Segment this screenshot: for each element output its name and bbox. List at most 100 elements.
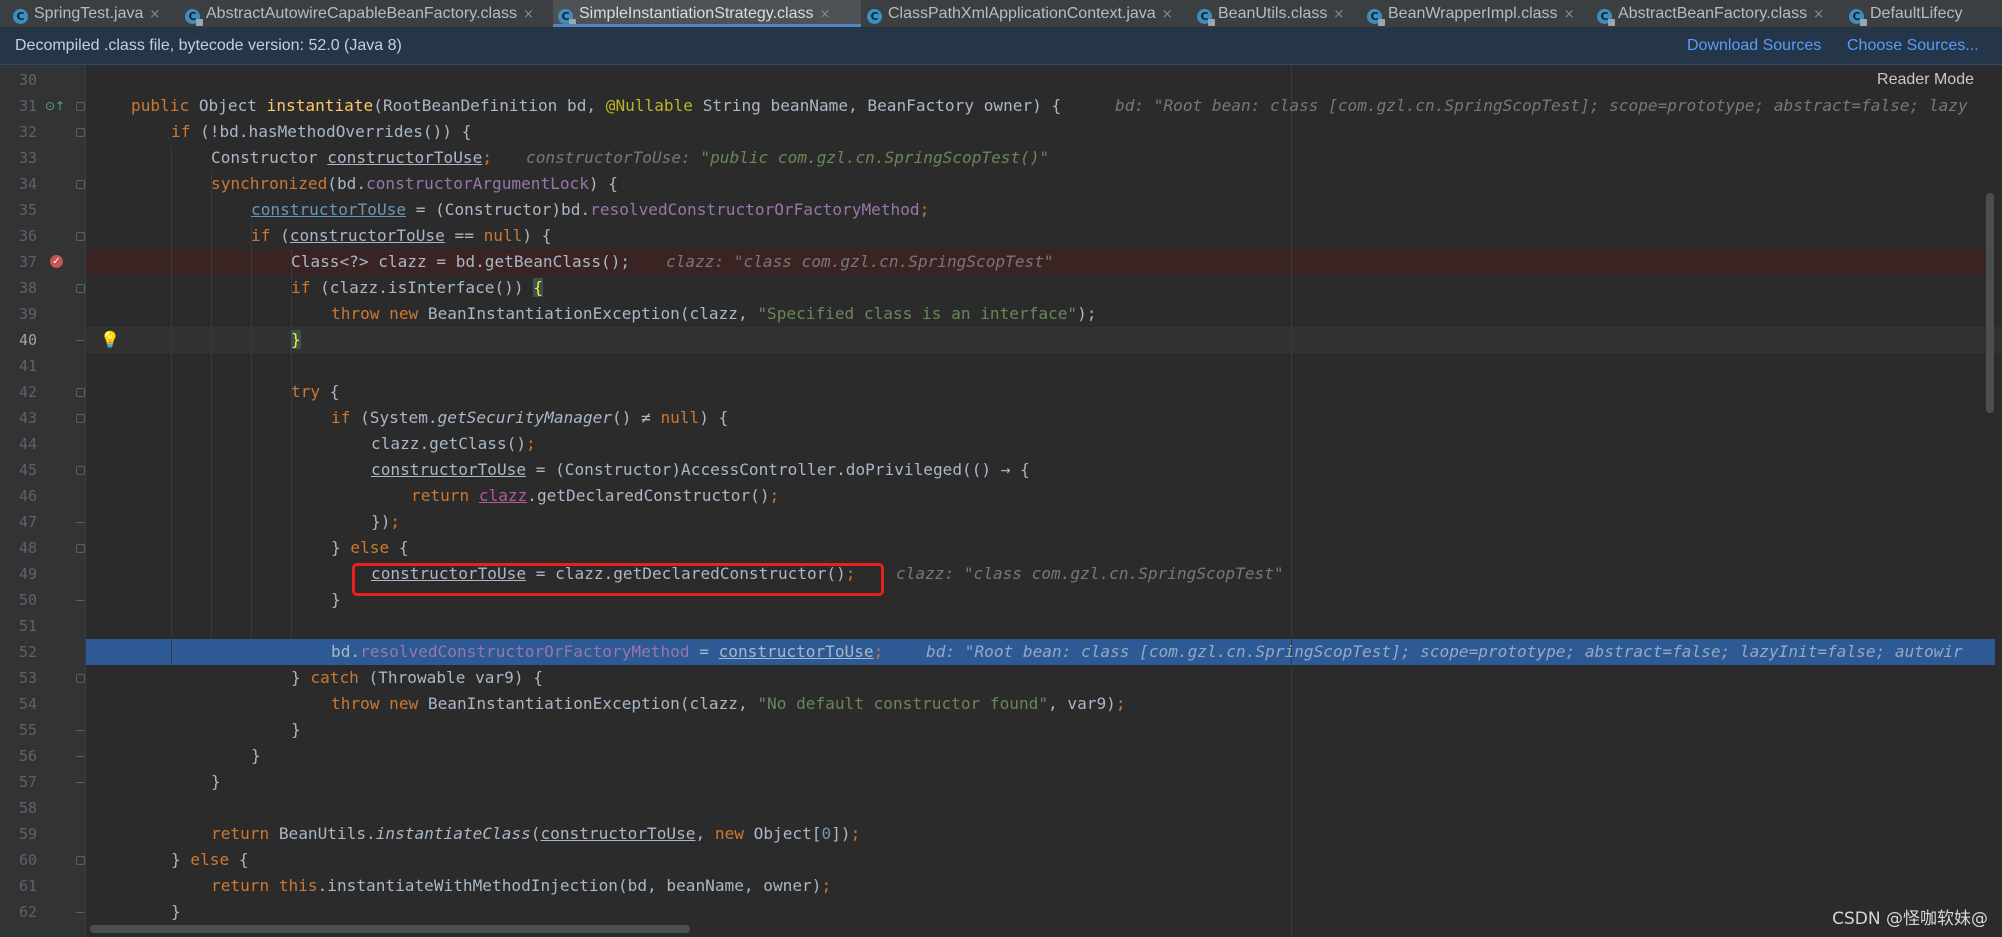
fold-end-icon[interactable] bbox=[76, 522, 84, 523]
compiled-class-icon: C bbox=[1197, 9, 1215, 26]
code-line-39: throw new BeanInstantiationException(cla… bbox=[331, 304, 1097, 323]
code-line-36: if (constructorToUse == null) { bbox=[251, 226, 552, 245]
lightbulb-icon[interactable]: 💡 bbox=[100, 331, 120, 349]
fold-marker-icon[interactable] bbox=[76, 414, 85, 423]
tab-label: SimpleInstantiationStrategy.class bbox=[579, 5, 814, 22]
line-number-current: 40 bbox=[18, 331, 37, 349]
fold-marker-icon[interactable] bbox=[76, 102, 85, 111]
line-number: 54 bbox=[18, 695, 37, 713]
code-line-48: } else { bbox=[331, 538, 409, 557]
close-icon[interactable]: × bbox=[1564, 7, 1575, 22]
compiled-class-icon: C bbox=[1367, 9, 1385, 26]
fold-marker-icon[interactable] bbox=[76, 674, 85, 683]
code-line-55: } bbox=[291, 720, 301, 739]
tab-label: AbstractAutowireCapableBeanFactory.class bbox=[206, 5, 517, 22]
code-line-43: if (System.getSecurityManager() ≠ null) … bbox=[331, 408, 729, 427]
gutter-separator bbox=[85, 65, 86, 937]
line-number: 46 bbox=[18, 487, 37, 505]
line-number: 34 bbox=[18, 175, 37, 193]
line-number: 30 bbox=[18, 71, 37, 89]
fold-end-icon[interactable] bbox=[76, 912, 84, 913]
close-icon[interactable]: × bbox=[1813, 7, 1824, 22]
compiled-class-icon: C bbox=[1849, 9, 1867, 26]
fold-marker-icon[interactable] bbox=[76, 544, 85, 553]
breakpoint-icon[interactable]: ✓ bbox=[50, 255, 63, 268]
indent-guide bbox=[171, 145, 172, 665]
tab-defaultlifecycle[interactable]: C DefaultLifecy bbox=[1844, 0, 2002, 27]
inline-debug-value: clazz: "class com.gzl.cn.SpringScopTest" bbox=[666, 252, 1054, 271]
close-icon[interactable]: × bbox=[1162, 7, 1173, 22]
close-icon[interactable]: × bbox=[523, 7, 534, 22]
watermark: CSDN @怪咖软妹@ bbox=[1832, 909, 1988, 929]
close-icon[interactable]: × bbox=[1333, 7, 1344, 22]
fold-marker-icon[interactable] bbox=[76, 180, 85, 189]
vertical-scrollbar-thumb[interactable] bbox=[1986, 193, 1994, 413]
close-icon[interactable]: × bbox=[149, 7, 160, 22]
code-editor[interactable]: Reader Mode 30 31 32 33 34 35 36 37 38 3… bbox=[0, 65, 2002, 937]
tab-label: BeanWrapperImpl.class bbox=[1388, 5, 1558, 22]
tab-label: AbstractBeanFactory.class bbox=[1618, 5, 1808, 22]
reader-mode-toggle[interactable]: Reader Mode bbox=[1877, 71, 1974, 89]
override-marker-icon[interactable]: ⊙↑ bbox=[45, 99, 65, 113]
line-number: 56 bbox=[18, 747, 37, 765]
editor-tab-bar: C SpringTest.java × C AbstractAutowireCapab… bbox=[0, 0, 2002, 28]
code-line-32: if (!bd.hasMethodOverrides()) { bbox=[171, 122, 472, 141]
fold-marker-icon[interactable] bbox=[76, 466, 85, 475]
line-number: 47 bbox=[18, 513, 37, 531]
line-number: 50 bbox=[18, 591, 37, 609]
tab-abstractbeanfactory[interactable]: C AbstractBeanFactory.class × bbox=[1592, 0, 1844, 27]
fold-marker-icon[interactable] bbox=[76, 232, 85, 241]
line-number: 58 bbox=[18, 799, 37, 817]
line-number: 51 bbox=[18, 617, 37, 635]
decompiled-notification-banner: Decompiled .class file, bytecode version… bbox=[0, 28, 2002, 65]
line-number: 48 bbox=[18, 539, 37, 557]
compiled-class-icon: C bbox=[558, 9, 576, 26]
fold-end-icon[interactable] bbox=[76, 340, 84, 341]
tab-beanwrapperimpl[interactable]: C BeanWrapperImpl.class × bbox=[1362, 0, 1592, 27]
tab-beanutils[interactable]: C BeanUtils.class × bbox=[1192, 0, 1362, 27]
line-number: 42 bbox=[18, 383, 37, 401]
code-line-62: } bbox=[171, 902, 181, 921]
code-line-53: } catch (Throwable var9) { bbox=[291, 668, 543, 687]
inline-debug-value: bd: "Root bean: class [com.gzl.cn.Spring… bbox=[1115, 96, 1968, 115]
tab-label: BeanUtils.class bbox=[1218, 5, 1328, 22]
indent-guide bbox=[291, 249, 292, 639]
tab-simpleinstantiationstrategy[interactable]: C SimpleInstantiationStrategy.class × bbox=[553, 0, 861, 27]
code-line-60: } else { bbox=[171, 850, 249, 869]
code-line-44: clazz.getClass(); bbox=[371, 434, 536, 453]
fold-end-icon[interactable] bbox=[76, 730, 84, 731]
java-class-icon: C bbox=[13, 9, 28, 24]
fold-marker-icon[interactable] bbox=[76, 856, 85, 865]
tab-classpathxmlapplicationcontext[interactable]: C ClassPathXmlApplicationContext.java × bbox=[862, 0, 1192, 27]
line-number: 61 bbox=[18, 877, 37, 895]
ide-window: C SpringTest.java × C AbstractAutowireCapab… bbox=[0, 0, 2002, 937]
code-line-34: synchronized(bd.constructorArgumentLock)… bbox=[211, 174, 618, 193]
tab-springtest-java[interactable]: C SpringTest.java × bbox=[8, 0, 180, 27]
line-number: 44 bbox=[18, 435, 37, 453]
caret-line-highlight bbox=[86, 327, 2002, 353]
horizontal-scrollbar-thumb[interactable] bbox=[90, 925, 690, 933]
java-class-icon: C bbox=[867, 9, 882, 24]
fold-marker-icon[interactable] bbox=[76, 284, 85, 293]
line-number: 35 bbox=[18, 201, 37, 219]
tab-abstractautowirecapablebeanfactory[interactable]: C AbstractAutowireCapableBeanFactory.clas… bbox=[180, 0, 552, 27]
fold-end-icon[interactable] bbox=[76, 600, 84, 601]
code-line-56: } bbox=[251, 746, 261, 765]
highlight-annotation-box bbox=[352, 563, 884, 596]
line-number: 31 bbox=[18, 97, 37, 115]
fold-marker-icon[interactable] bbox=[76, 388, 85, 397]
inline-debug-value: constructorToUse: "public com.gzl.cn.Spr… bbox=[526, 148, 1050, 167]
code-line-52: bd.resolvedConstructorOrFactoryMethod = … bbox=[331, 642, 884, 661]
inline-debug-value: clazz: "class com.gzl.cn.SpringScopTest" bbox=[896, 564, 1284, 583]
line-number: 37 bbox=[18, 253, 37, 271]
compiled-class-icon: C bbox=[1597, 9, 1615, 26]
line-number: 36 bbox=[18, 227, 37, 245]
line-number: 33 bbox=[18, 149, 37, 167]
fold-marker-icon[interactable] bbox=[76, 128, 85, 137]
fold-end-icon[interactable] bbox=[76, 756, 84, 757]
close-icon[interactable]: × bbox=[819, 7, 830, 22]
download-sources-link[interactable]: Download Sources bbox=[1687, 28, 1821, 64]
code-line-47: }); bbox=[371, 512, 401, 531]
choose-sources-link[interactable]: Choose Sources... bbox=[1847, 28, 1979, 64]
fold-end-icon[interactable] bbox=[76, 782, 84, 783]
